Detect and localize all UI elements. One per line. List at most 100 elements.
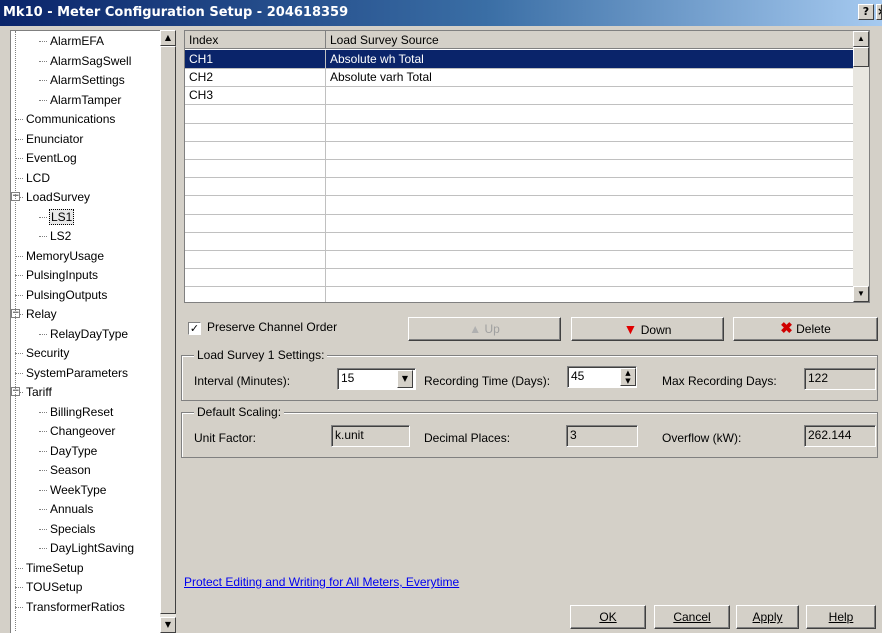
index-cell[interactable]: [185, 141, 326, 160]
table-row[interactable]: [185, 159, 855, 179]
index-cell[interactable]: [185, 268, 326, 288]
interval-dropdown-icon[interactable]: ▼: [397, 370, 413, 388]
source-cell[interactable]: [326, 250, 855, 270]
tree-item[interactable]: DayType: [49, 442, 98, 460]
tree-item[interactable]: LS2: [49, 227, 72, 245]
tree-item[interactable]: LoadSurvey: [25, 188, 91, 206]
tree-item[interactable]: PulsingOutputs: [25, 286, 108, 304]
source-cell[interactable]: [326, 122, 855, 142]
table-row[interactable]: [185, 232, 855, 251]
grid-scroll-up-icon[interactable]: ▲: [853, 31, 869, 47]
help-title-button[interactable]: ?: [858, 4, 874, 20]
column-header-source[interactable]: Load Survey Source: [326, 31, 855, 49]
index-cell[interactable]: [185, 250, 326, 270]
protect-editing-link[interactable]: Protect Editing and Writing for All Mete…: [184, 575, 459, 589]
tree-item[interactable]: AlarmEFA: [49, 32, 105, 50]
table-row[interactable]: CH1 Absolute wh Total: [185, 50, 855, 69]
source-cell[interactable]: [326, 104, 855, 124]
tree-connector: [39, 509, 47, 510]
interval-label: Interval (Minutes):: [194, 374, 291, 388]
index-cell[interactable]: CH3: [185, 86, 326, 106]
help-button[interactable]: Help: [806, 605, 876, 629]
tree-item-label: BillingReset: [50, 404, 114, 419]
delete-button[interactable]: ✖ Delete: [733, 317, 878, 341]
source-cell[interactable]: [326, 213, 855, 233]
tree-connector: [39, 41, 47, 42]
ok-button[interactable]: OK: [570, 605, 646, 629]
tree-item[interactable]: BillingReset: [49, 403, 114, 421]
source-cell[interactable]: [326, 177, 855, 197]
index-cell[interactable]: [185, 286, 326, 302]
index-cell[interactable]: [185, 159, 326, 179]
table-row[interactable]: [185, 141, 855, 160]
tree-item[interactable]: AlarmSagSwell: [49, 52, 132, 70]
tree-item[interactable]: RelayDayType: [49, 325, 129, 343]
tree-item[interactable]: LS1: [49, 208, 75, 226]
table-row[interactable]: CH3: [185, 86, 855, 106]
index-cell[interactable]: [185, 177, 326, 197]
up-button[interactable]: ▲ Up: [408, 317, 561, 341]
tree-item[interactable]: Specials: [49, 520, 96, 538]
tree-item[interactable]: Changeover: [49, 422, 116, 440]
source-cell[interactable]: [326, 86, 855, 106]
cancel-button[interactable]: Cancel: [654, 605, 730, 629]
table-row[interactable]: [185, 177, 855, 197]
tree-scroll-thumb[interactable]: [160, 46, 176, 614]
tree-item[interactable]: AlarmTamper: [49, 91, 122, 109]
index-cell[interactable]: CH2: [185, 68, 326, 88]
tree-item[interactable]: TOUSetup: [25, 578, 83, 596]
tree-item[interactable]: LCD: [25, 169, 51, 187]
preserve-order-checkbox[interactable]: ✓: [188, 322, 201, 335]
table-row[interactable]: [185, 195, 855, 215]
tree-item[interactable]: Relay: [25, 305, 58, 323]
index-cell[interactable]: [185, 195, 326, 215]
tree-item[interactable]: TimeSetup: [25, 559, 85, 577]
tree-item[interactable]: AlarmSettings: [49, 71, 126, 89]
source-cell[interactable]: [326, 232, 855, 251]
tree-scroll-down-icon[interactable]: ▼: [160, 617, 176, 633]
source-cell[interactable]: [326, 141, 855, 160]
tree-item[interactable]: EventLog: [25, 149, 78, 167]
source-cell[interactable]: Absolute wh Total: [326, 50, 855, 69]
source-cell[interactable]: [326, 195, 855, 215]
index-cell[interactable]: [185, 232, 326, 251]
grid-scrollbar[interactable]: ▲ ▼: [853, 31, 869, 302]
grid-scroll-thumb[interactable]: [853, 47, 869, 67]
index-cell[interactable]: [185, 122, 326, 142]
table-row[interactable]: CH2 Absolute varh Total: [185, 68, 855, 88]
tree-item[interactable]: WeekType: [49, 481, 107, 499]
source-cell[interactable]: [326, 159, 855, 179]
grid-scroll-down-icon[interactable]: ▼: [853, 286, 869, 302]
source-cell[interactable]: [326, 268, 855, 288]
tree-item[interactable]: Security: [25, 344, 70, 362]
table-row[interactable]: [185, 122, 855, 142]
table-row[interactable]: [185, 268, 855, 288]
apply-button[interactable]: Apply: [736, 605, 799, 629]
source-cell[interactable]: Absolute varh Total: [326, 68, 855, 88]
table-row[interactable]: [185, 104, 855, 124]
tree-item[interactable]: PulsingInputs: [25, 266, 99, 284]
tree-item[interactable]: Enunciator: [25, 130, 84, 148]
column-header-index[interactable]: Index: [185, 31, 326, 49]
tree-item[interactable]: MemoryUsage: [25, 247, 105, 265]
tree-item[interactable]: TransformerRatios: [25, 598, 126, 616]
recording-time-spinner-icon[interactable]: ▲ ▼: [620, 368, 636, 386]
tree-scroll-up-icon[interactable]: ▲: [160, 30, 176, 46]
tree-item[interactable]: Annuals: [49, 500, 94, 518]
down-button[interactable]: ▼ Down: [571, 317, 724, 341]
table-row[interactable]: [185, 286, 855, 302]
close-title-button[interactable]: ×: [876, 4, 882, 20]
tree-connector: [15, 255, 23, 257]
tree-item[interactable]: Tariff: [25, 383, 53, 401]
table-row[interactable]: [185, 213, 855, 233]
source-cell[interactable]: [326, 286, 855, 302]
tree-item[interactable]: Season: [49, 461, 92, 479]
tree-item[interactable]: Communications: [25, 110, 116, 128]
index-cell[interactable]: [185, 104, 326, 124]
table-row[interactable]: [185, 250, 855, 270]
index-cell[interactable]: CH1: [185, 50, 326, 69]
tree-item[interactable]: SystemParameters: [25, 364, 129, 382]
tree-scrollbar[interactable]: ▲ ▼: [160, 30, 176, 633]
tree-item[interactable]: DayLightSaving: [49, 539, 135, 557]
index-cell[interactable]: [185, 213, 326, 233]
